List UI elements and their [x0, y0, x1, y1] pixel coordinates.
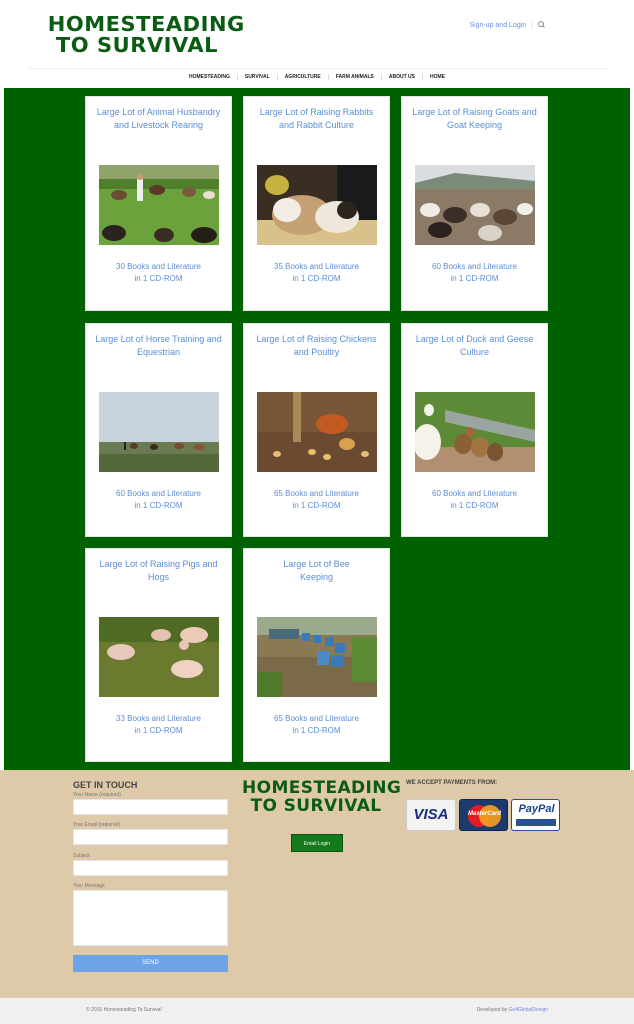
product-count: 65 Books and Literature in 1 CD-ROM [274, 489, 359, 510]
product-card[interactable]: Large Lot of Horse Training and Equestri… [85, 323, 232, 537]
email-login-button[interactable]: Email Login [291, 834, 343, 852]
product-image-horses[interactable] [98, 392, 219, 472]
nav-homesteading[interactable]: HOMESTEADING [182, 74, 238, 80]
site-footer: GET IN TOUCH Your Name (required) Your E… [0, 770, 634, 998]
name-field[interactable] [73, 799, 228, 815]
paypal-logo: PayPal [511, 799, 560, 831]
product-title[interactable]: Large Lot of Animal Husbandry and Livest… [86, 97, 231, 149]
footer-logo[interactable]: HOMESTEADING TO SURVIVAL [242, 778, 402, 816]
nav-about-us[interactable]: ABOUT US [382, 74, 423, 80]
footer-logo-line-1: HOMESTEADING [242, 778, 402, 798]
product-count: 33 Books and Literature in 1 CD-ROM [116, 714, 201, 735]
subject-label: Subject [73, 853, 90, 859]
header-divider [28, 68, 606, 69]
contact-heading: GET IN TOUCH [73, 780, 138, 790]
nav-farm-animals[interactable]: FARM ANIMALS [329, 74, 382, 80]
visa-logo: VISA [406, 799, 456, 831]
site-header: HOMESTEADING TO SURVIVAL Sign-up and Log… [0, 0, 634, 88]
message-label: Your Message [73, 883, 105, 889]
product-title[interactable]: Large Lot of Duck and Geese Culture [402, 324, 547, 376]
mastercard-label: MasterCard [467, 811, 501, 817]
separator: | [531, 21, 533, 29]
send-button[interactable]: SEND [73, 955, 228, 972]
product-title[interactable]: Large Lot of Raising Chickens and Poultr… [244, 324, 389, 376]
footer-logo-line-2: TO SURVIVAL [250, 796, 382, 816]
logo-line-2: TO SURVIVAL [55, 33, 219, 57]
site-logo[interactable]: HOMESTEADING TO SURVIVAL [47, 12, 245, 57]
product-count: 35 Books and Literature in 1 CD-ROM [274, 262, 359, 283]
product-count: 60 Books and Literature in 1 CD-ROM [432, 262, 517, 283]
main-nav: HOMESTEADING SURVIVAL AGRICULTURE FARM A… [0, 74, 634, 80]
product-count: 30 Books and Literature in 1 CD-ROM [116, 262, 201, 283]
product-image-pigs[interactable] [98, 617, 219, 697]
product-image-goats[interactable] [414, 165, 535, 245]
product-title[interactable]: Large Lot of Raising Rabbits and Rabbit … [244, 97, 389, 149]
product-card[interactable]: Large Lot of Raising Pigs and Hogs 33 Bo… [85, 548, 232, 762]
product-image-rabbits[interactable] [256, 165, 377, 245]
product-card[interactable]: Large Lot of Raising Rabbits and Rabbit … [243, 96, 390, 311]
product-image-chickens[interactable] [256, 392, 377, 472]
product-card[interactable]: Large Lot of Bee Keeping 65 Books and Li… [243, 548, 390, 762]
paypal-label: PayPal [518, 803, 555, 815]
nav-agriculture[interactable]: AGRICULTURE [278, 74, 329, 80]
product-image-livestock[interactable] [98, 165, 219, 245]
product-card[interactable]: Large Lot of Raising Goats and Goat Keep… [401, 96, 548, 311]
developer-credit: Developed by Go4GlobalDesign [477, 1007, 548, 1013]
signup-login-link[interactable]: Sign-up and Login [469, 22, 526, 29]
product-title[interactable]: Large Lot of Bee Keeping [244, 549, 389, 601]
subject-field[interactable] [73, 860, 228, 876]
mastercard-logo: MasterCard [459, 799, 508, 831]
payments-heading: WE ACCEPT PAYMENTS FROM: [406, 780, 498, 786]
developer-link[interactable]: Go4GlobalDesign [509, 1007, 548, 1013]
product-count: 65 Books and Literature in 1 CD-ROM [274, 714, 359, 735]
developed-by-text: Developed by [476, 1007, 508, 1013]
email-label: Your Email (required) [73, 822, 121, 828]
email-field[interactable] [73, 829, 228, 845]
product-grid: Large Lot of Animal Husbandry and Livest… [4, 88, 630, 770]
nav-survival[interactable]: SURVIVAL [238, 74, 278, 80]
product-count: 60 Books and Literature in 1 CD-ROM [432, 489, 517, 510]
header-links: Sign-up and Login | [469, 21, 546, 29]
product-title[interactable]: Large Lot of Raising Goats and Goat Keep… [402, 97, 547, 149]
product-card[interactable]: Large Lot of Duck and Geese Culture 60 B… [401, 323, 548, 537]
product-title[interactable]: Large Lot of Raising Pigs and Hogs [86, 549, 231, 601]
message-field[interactable] [73, 890, 228, 946]
product-title[interactable]: Large Lot of Horse Training and Equestri… [86, 324, 231, 376]
copyright: © 2016 Homesteading To Survival [86, 1007, 162, 1013]
paypal-stripe [516, 819, 556, 826]
logo-line-1: HOMESTEADING [47, 12, 245, 36]
product-image-ducks[interactable] [414, 392, 535, 472]
name-label: Your Name (required) [73, 792, 121, 798]
page: HOMESTEADING TO SURVIVAL Sign-up and Log… [0, 0, 634, 1024]
search-icon[interactable] [538, 21, 546, 29]
bottom-bar: © 2016 Homesteading To Survival Develope… [0, 998, 634, 1024]
nav-home[interactable]: HOME [423, 74, 452, 80]
product-card[interactable]: Large Lot of Raising Chickens and Poultr… [243, 323, 390, 537]
product-image-bees[interactable] [256, 617, 377, 697]
product-count: 60 Books and Literature in 1 CD-ROM [116, 489, 201, 510]
product-card[interactable]: Large Lot of Animal Husbandry and Livest… [85, 96, 232, 311]
